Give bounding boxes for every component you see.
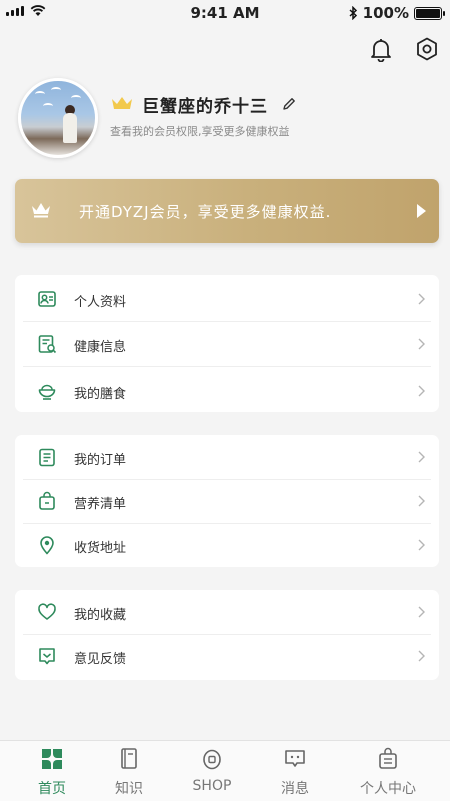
book-icon [121,748,137,769]
chevron-right-icon [418,606,425,618]
vip-banner-text: 开通DYZJ会员，享受更多健康权益. [79,203,332,221]
tab-messages[interactable]: 消息 [250,747,340,798]
home-grid-icon [42,749,62,769]
chevron-right-icon [418,451,425,463]
feedback-icon [39,648,55,665]
menu-item-label: 意见反馈 [74,652,127,667]
menu-item-my-orders[interactable]: 我的订单 [23,435,431,480]
avatar[interactable] [18,78,98,158]
person-center-icon [379,747,397,769]
chevron-right-icon [418,385,425,397]
vip-banner[interactable]: 开通DYZJ会员，享受更多健康权益. [15,179,439,243]
profile-card-icon [38,291,56,307]
menu-item-label: 收货地址 [74,541,127,556]
bell-icon[interactable] [368,36,394,62]
health-report-icon [38,335,57,354]
shopping-bag-icon [39,491,55,510]
chevron-right-icon [418,293,425,305]
chevron-right-icon [418,539,425,551]
menu-item-label: 我的收藏 [74,608,127,623]
username: 巨蟹座的乔十三 [142,97,268,117]
chevron-right-icon [418,650,425,662]
battery-percent: 100% [362,4,409,22]
chevron-right-icon [418,495,425,507]
membership-subtitle[interactable]: 查看我的会员权限,享受更多健康权益 [110,123,290,139]
status-bar: 9:41 AM 100% [0,0,450,26]
crown-icon [112,97,132,109]
bluetooth-icon [349,6,357,20]
menu-item-nutrition-list[interactable]: 营养清单 [23,479,431,524]
menu-item-personal-info[interactable]: 个人资料 [23,277,431,322]
tab-shop[interactable]: SHOP [167,747,257,794]
play-arrow-icon [417,204,426,218]
location-pin-icon [40,536,54,555]
menu-item-label: 我的膳食 [74,387,127,402]
menu-item-label: 我的订单 [74,453,127,468]
menu-group-feedback: 我的收藏 意见反馈 [15,590,439,680]
tab-label: 知识 [115,781,143,797]
tab-knowledge[interactable]: 知识 [84,747,174,798]
menu-group-orders: 我的订单 营养清单 收货地址 [15,435,439,567]
tab-personal-center[interactable]: 个人中心 [343,747,433,798]
menu-item-feedback[interactable]: 意见反馈 [23,634,431,678]
profile-section: 巨蟹座的乔十三 查看我的会员权限,享受更多健康权益 [18,78,438,158]
heart-icon [38,603,56,620]
order-list-icon [39,448,55,467]
crown-icon [32,203,50,218]
shop-icon [203,749,221,770]
menu-item-my-meals[interactable]: 我的膳食 [23,369,431,413]
message-icon [285,750,305,767]
tab-label: SHOP [192,778,232,794]
menu-group-profile: 个人资料 健康信息 我的膳食 [15,275,439,412]
meal-bowl-icon [38,384,56,400]
menu-item-health-info[interactable]: 健康信息 [23,322,431,367]
tab-label: 个人中心 [360,781,416,797]
menu-item-label: 个人资料 [74,295,127,310]
tab-label: 消息 [281,781,309,797]
battery-icon [414,6,445,20]
chevron-right-icon [418,338,425,350]
menu-item-label: 健康信息 [74,340,127,355]
menu-item-favorites[interactable]: 我的收藏 [23,590,431,635]
menu-item-shipping-address[interactable]: 收货地址 [23,523,431,567]
settings-icon[interactable] [414,36,440,62]
bottom-tab-bar: 首页 知识 SHOP 消息 个人中心 [0,740,450,801]
edit-pencil-icon[interactable] [282,97,296,111]
menu-item-label: 营养清单 [74,497,127,512]
